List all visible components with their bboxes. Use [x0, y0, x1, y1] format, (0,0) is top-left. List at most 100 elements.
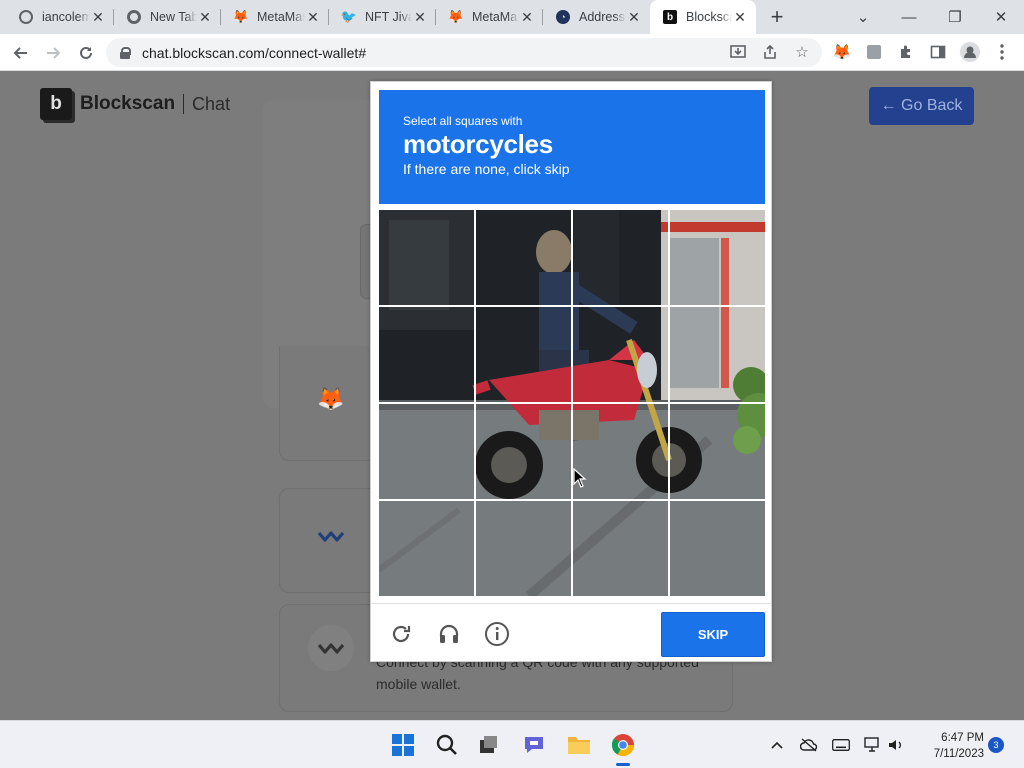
skip-button[interactable]: SKIP [661, 612, 765, 657]
teams-chat-icon[interactable] [520, 731, 548, 759]
tab-iancolema[interactable]: iancolema ✕ [6, 0, 114, 34]
etherscan-icon: ◔ [555, 9, 571, 25]
close-tab-icon[interactable]: ✕ [305, 9, 321, 26]
refresh-icon[interactable] [387, 620, 415, 648]
globe-icon [18, 9, 34, 25]
tab-label: New Tab [150, 10, 197, 24]
captcha-tile[interactable] [379, 499, 476, 596]
tab-label: Blockscan [686, 10, 732, 24]
captcha-tile[interactable] [668, 402, 765, 501]
browser-toolbar: chat.blockscan.com/connect-wallet# ☆ 🦊 [0, 34, 1024, 71]
tab-address[interactable]: ◔ Address ✕ [543, 0, 650, 34]
captcha-tile[interactable] [571, 210, 670, 307]
tab-search-button[interactable]: ⌄ [840, 0, 886, 34]
notification-badge[interactable]: 3 [988, 737, 1004, 753]
volume-icon[interactable] [886, 735, 906, 755]
bookmark-star-icon[interactable]: ☆ [789, 39, 815, 65]
taskbar: 6:47 PM 7/11/2023 3 [0, 720, 1024, 768]
forward-icon[interactable] [40, 40, 66, 66]
twitter-bird-icon: 🐦 [340, 9, 358, 24]
close-tab-icon[interactable]: ✕ [732, 9, 748, 26]
captcha-tile[interactable] [379, 402, 476, 501]
walletconnect-qr-icon [308, 625, 354, 671]
clock-time: 6:47 PM [941, 732, 984, 744]
windows-start-icon[interactable] [389, 731, 417, 759]
captcha-instruction: Select all squares with [403, 114, 523, 128]
metamask-fox-icon: 🦊 [447, 9, 465, 24]
tab-blockscan[interactable]: b Blockscan ✕ [650, 0, 756, 34]
chrome-menu-icon[interactable] [990, 40, 1014, 64]
audio-challenge-icon[interactable] [435, 620, 463, 648]
address-bar[interactable]: chat.blockscan.com/connect-wallet# [106, 38, 822, 67]
close-tab-icon[interactable]: ✕ [519, 9, 535, 26]
metamask-fox-icon: 🦊 [317, 386, 345, 411]
lock-icon[interactable] [120, 46, 131, 59]
chrome-taskbar-icon[interactable] [609, 731, 637, 759]
walletconnect-icon [308, 513, 354, 559]
captcha-tile[interactable] [474, 402, 573, 501]
url-text[interactable]: chat.blockscan.com/connect-wallet# [142, 45, 366, 61]
new-tab-button[interactable]: + [765, 4, 789, 30]
close-tab-icon[interactable]: ✕ [412, 9, 428, 26]
captcha-tile[interactable] [474, 305, 573, 404]
back-icon[interactable] [8, 40, 34, 66]
restore-button[interactable]: ❐ [932, 0, 978, 34]
captcha-tile[interactable] [668, 210, 765, 307]
mouse-cursor-icon [573, 468, 587, 488]
system-clock[interactable]: 6:47 PM 7/11/2023 [918, 730, 984, 762]
keyboard-icon[interactable] [831, 735, 851, 755]
captcha-footer: SKIP [371, 603, 771, 661]
task-view-icon[interactable] [474, 731, 502, 759]
search-icon[interactable] [433, 731, 461, 759]
share-icon[interactable] [757, 39, 783, 65]
close-window-button[interactable]: ✕ [978, 0, 1024, 34]
captcha-tile[interactable] [379, 210, 476, 307]
go-back-button[interactable]: ← Go Back [869, 87, 974, 125]
install-app-icon[interactable] [725, 39, 751, 65]
captcha-target-word: motorcycles [403, 129, 553, 159]
extension-icon[interactable] [862, 40, 886, 64]
captcha-tile[interactable] [668, 305, 765, 404]
tab-label: NFT Jiva [365, 10, 412, 24]
file-explorer-icon[interactable] [565, 731, 593, 759]
clock-date: 7/11/2023 [933, 748, 984, 760]
tab-strip: iancolema ✕ New Tab ✕ 🦊 MetaMask ✕ 🐦 NFT… [0, 0, 1024, 34]
captcha-tile[interactable] [474, 210, 573, 307]
info-icon[interactable] [483, 620, 511, 648]
tab-metamask[interactable]: 🦊 MetaMask ✕ [221, 0, 329, 34]
captcha-tile[interactable] [668, 499, 765, 596]
captcha-tile-grid [379, 210, 765, 596]
logo-mark: b [40, 88, 72, 120]
network-icon[interactable] [863, 735, 883, 755]
close-tab-icon[interactable]: ✕ [626, 9, 642, 26]
tab-new-tab[interactable]: New Tab ✕ [114, 0, 221, 34]
blockscan-icon: b [662, 9, 678, 25]
blockscan-logo[interactable]: b Blockscan Chat [40, 88, 230, 120]
extensions-puzzle-icon[interactable] [894, 40, 918, 64]
tab-nft-jiva[interactable]: 🐦 NFT Jiva ✕ [329, 0, 436, 34]
profile-avatar-icon[interactable] [958, 40, 982, 64]
captcha-tile[interactable] [379, 305, 476, 404]
metamask-extension-icon[interactable]: 🦊 [830, 40, 854, 64]
tab-label: MetaMask [257, 10, 305, 24]
logo-text: Blockscan [80, 93, 176, 114]
onedrive-offline-icon[interactable] [799, 735, 819, 755]
tab-label: Address [579, 10, 625, 24]
active-app-indicator [616, 763, 630, 766]
captcha-tile[interactable] [571, 402, 670, 501]
show-hidden-icons-icon[interactable] [767, 735, 787, 755]
minimize-button[interactable]: — [886, 0, 932, 34]
close-tab-icon[interactable]: ✕ [90, 9, 106, 26]
captcha-tile[interactable] [474, 499, 573, 596]
captcha-image-grid [379, 210, 765, 596]
tab-metamask-2[interactable]: 🦊 MetaMask ✕ [436, 0, 543, 34]
close-tab-icon[interactable]: ✕ [197, 9, 213, 26]
reload-icon[interactable] [73, 40, 99, 66]
captcha-tile[interactable] [571, 499, 670, 596]
tab-label: MetaMask [472, 10, 519, 24]
chrome-icon [126, 9, 142, 25]
captcha-skip-hint: If there are none, click skip [403, 161, 570, 177]
captcha-tile[interactable] [571, 305, 670, 404]
side-panel-icon[interactable] [926, 40, 950, 64]
logo-section: Chat [192, 93, 231, 114]
